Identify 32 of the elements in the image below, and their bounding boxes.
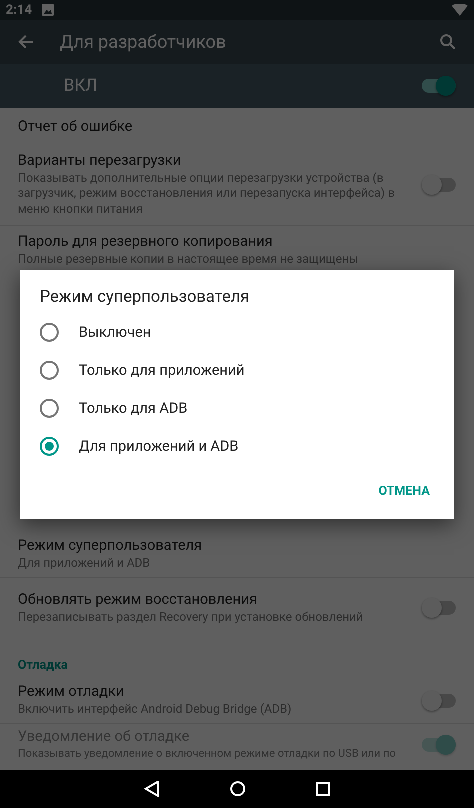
radio-button[interactable] — [40, 398, 59, 418]
radio-button[interactable] — [40, 322, 59, 342]
image-icon — [42, 4, 54, 16]
back-icon[interactable] — [144, 781, 160, 797]
setting-title: Отчет об ошибке — [18, 118, 134, 134]
search-icon[interactable] — [440, 34, 456, 50]
recents-icon[interactable] — [316, 782, 330, 796]
settings-row[interactable]: Отчет об ошибке — [0, 108, 474, 144]
toggle-switch[interactable] — [422, 694, 456, 708]
status-time: 2:14 — [6, 2, 32, 18]
toolbar-title: Для разработчиков — [60, 32, 228, 52]
radio-option[interactable]: Только для ADB — [40, 389, 434, 427]
setting-title: Режим отладки — [18, 683, 126, 700]
master-switch-label: ВКЛ — [64, 76, 99, 96]
radio-option[interactable]: Выключен — [40, 313, 434, 351]
radio-option[interactable]: Только для приложений — [40, 351, 434, 389]
setting-title: Варианты перезагрузки — [18, 152, 182, 169]
setting-title: Пароль для резервного копирования — [18, 232, 274, 250]
back-arrow-icon[interactable] — [18, 34, 34, 50]
radio-button[interactable] — [40, 436, 59, 456]
cancel-button[interactable]: ОТМЕНА — [374, 478, 434, 505]
dialog-title: Режим суперпользователя — [40, 288, 251, 307]
wifi-icon — [452, 4, 468, 16]
setting-title: Режим суперпользователя — [18, 537, 204, 554]
setting-title: Обновлять режим восстановления — [18, 590, 258, 608]
radio-button[interactable] — [40, 360, 59, 380]
radio-option[interactable]: Для приложений и ADB — [40, 427, 434, 465]
toggle-switch[interactable] — [422, 79, 456, 93]
toggle-switch[interactable] — [422, 601, 456, 615]
section-header: Отладка — [18, 658, 68, 672]
home-icon[interactable] — [230, 781, 246, 797]
toggle-switch[interactable] — [422, 178, 456, 192]
